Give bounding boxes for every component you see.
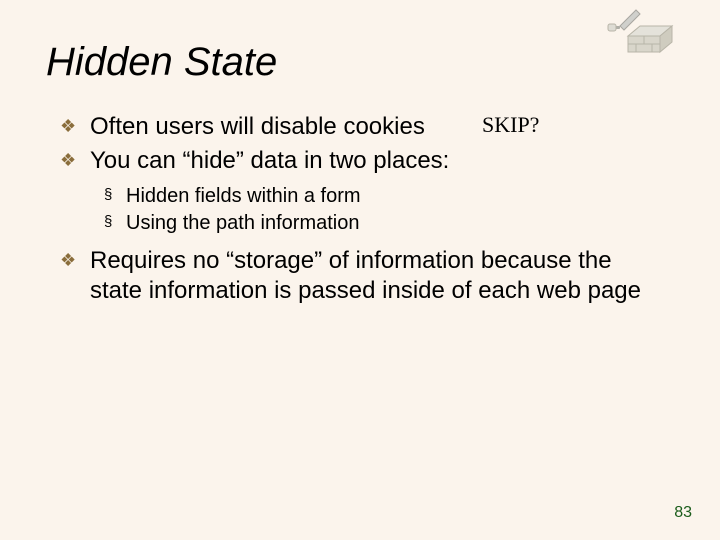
diamond-bullet-icon: ❖ — [60, 115, 76, 138]
slide: Hidden State SKIP? ❖ Often users will di… — [0, 0, 720, 540]
decoration-trowel-brick — [606, 6, 680, 54]
bullet-text: Requires no “storage” of information bec… — [90, 247, 641, 304]
bullet-item: ❖ You can “hide” data in two places: — [60, 146, 670, 176]
square-bullet-icon: § — [104, 186, 112, 205]
slide-title: Hidden State — [46, 40, 277, 85]
bullet-item: ❖ Requires no “storage” of information b… — [60, 246, 670, 306]
sub-bullet-item: § Using the path information — [60, 211, 670, 236]
diamond-bullet-icon: ❖ — [60, 249, 76, 272]
sub-bullet-item: § Hidden fields within a form — [60, 184, 670, 209]
bullet-text: Often users will disable cookies — [90, 113, 425, 140]
diamond-bullet-icon: ❖ — [60, 149, 76, 172]
page-number: 83 — [674, 504, 692, 522]
sub-bullet-text: Hidden fields within a form — [126, 185, 361, 207]
bullet-text: You can “hide” data in two places: — [90, 147, 449, 174]
square-bullet-icon: § — [104, 213, 112, 232]
bullet-item: ❖ Often users will disable cookies — [60, 112, 670, 142]
slide-body: ❖ Often users will disable cookies ❖ You… — [60, 112, 670, 310]
sub-bullet-group: § Hidden fields within a form § Using th… — [60, 184, 670, 236]
sub-bullet-text: Using the path information — [126, 212, 359, 234]
